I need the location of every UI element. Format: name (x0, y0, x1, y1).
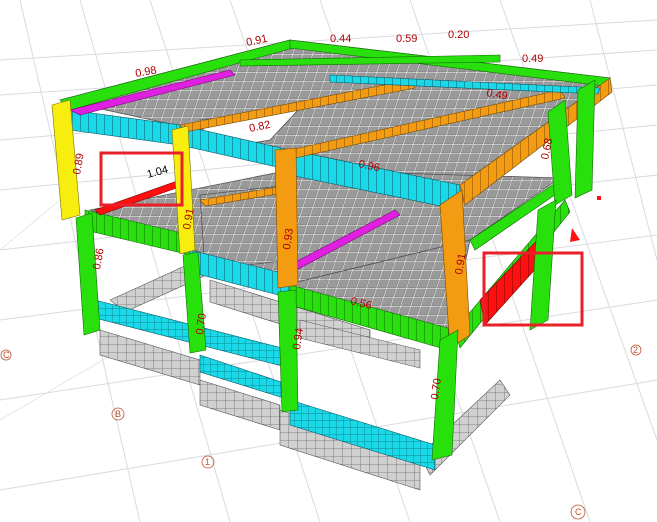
structural-model-viewport[interactable]: 0.91 0.44 0.59 0.20 0.98 0.49 0.82 1.04 … (0, 0, 657, 522)
grid-bubble: C (0, 349, 12, 361)
grid-bubble-label: C (575, 507, 582, 517)
grid-bubble: C (570, 504, 586, 520)
grid-bubble-label: C (3, 350, 10, 360)
ratio-label: 1.04 (146, 164, 170, 181)
ratio-label: 0.20 (448, 29, 469, 41)
grid-bubble-label: B (115, 409, 121, 419)
axis-markers (570, 196, 601, 242)
grid-bubble-label: 1 (205, 457, 210, 467)
grid-bubble: 2 (630, 344, 642, 356)
grid-bubble-label: 2 (633, 345, 638, 355)
ratio-label: 0.49 (522, 53, 543, 65)
ratio-label: 0.94 (291, 328, 306, 351)
ratio-label: 0.44 (330, 33, 351, 45)
ratio-label: 0.86 (91, 247, 107, 270)
grid-bubble: 1 (201, 455, 215, 469)
ratio-label: 0.59 (396, 33, 417, 45)
grid-bubble: B (111, 407, 125, 421)
ratio-label: 0.89 (71, 152, 87, 175)
